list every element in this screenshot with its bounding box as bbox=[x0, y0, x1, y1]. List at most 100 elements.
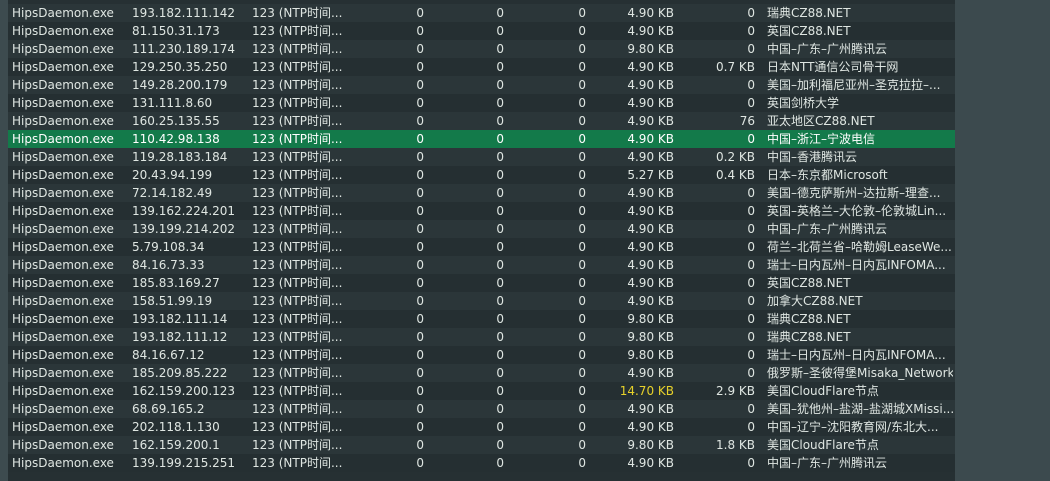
table-row[interactable]: HipsDaemon.exe 202.118.1.130 123 (NTP时间...… bbox=[8, 418, 955, 436]
count-3: 0 bbox=[578, 456, 586, 470]
process-name: HipsDaemon.exe bbox=[12, 78, 114, 92]
remote-ip: 193.182.111.14 bbox=[132, 312, 228, 326]
table-row[interactable]: HipsDaemon.exe 193.182.111.142 123 (NTP时间.… bbox=[8, 4, 955, 22]
port-protocol: 123 (NTP时间... bbox=[252, 150, 343, 164]
remote-ip: 193.182.111.12 bbox=[132, 330, 228, 344]
sent-bytes: 0 bbox=[747, 96, 755, 110]
count-1: 0 bbox=[416, 222, 424, 236]
received-bytes: 4.90 KB bbox=[627, 222, 674, 236]
process-name: HipsDaemon.exe bbox=[12, 24, 114, 38]
table-row[interactable]: HipsDaemon.exe 158.51.99.19 123 (NTP时间... 0… bbox=[8, 292, 955, 310]
count-3: 0 bbox=[578, 78, 586, 92]
received-bytes: 4.90 KB bbox=[627, 240, 674, 254]
table-row[interactable]: HipsDaemon.exe 111.230.189.174 123 (NTP时间.… bbox=[8, 40, 955, 58]
remote-ip: 5.79.108.34 bbox=[132, 240, 205, 254]
count-2: 0 bbox=[496, 384, 504, 398]
sent-bytes: 0 bbox=[747, 330, 755, 344]
location: 美国–犹他州–盐湖–盐湖城XMissi... bbox=[767, 402, 953, 416]
count-1: 0 bbox=[416, 6, 424, 20]
table-row[interactable]: HipsDaemon.exe 139.199.215.251 123 (NTP时间.… bbox=[8, 454, 955, 472]
table-row[interactable]: HipsDaemon.exe 149.28.200.179 123 (NTP时间..… bbox=[8, 76, 955, 94]
table-row[interactable]: HipsDaemon.exe 131.111.8.60 123 (NTP时间... 0… bbox=[8, 94, 955, 112]
table-row[interactable]: HipsDaemon.exe 193.182.111.14 123 (NTP时间..… bbox=[8, 310, 955, 328]
remote-ip: 131.111.8.60 bbox=[132, 96, 213, 110]
remote-ip: 185.83.169.27 bbox=[132, 276, 220, 290]
count-2: 0 bbox=[496, 438, 504, 452]
table-row[interactable]: HipsDaemon.exe 139.162.224.201 123 (NTP时间.… bbox=[8, 202, 955, 220]
received-bytes: 4.90 KB bbox=[627, 78, 674, 92]
port-protocol: 123 (NTP时间... bbox=[252, 204, 343, 218]
connection-table: HipsDaemon.exe 193.182.111.142 123 (NTP时间.… bbox=[8, 0, 955, 481]
table-row[interactable]: HipsDaemon.exe 129.250.35.250 123 (NTP时间..… bbox=[8, 58, 955, 76]
table-row[interactable]: HipsDaemon.exe 139.199.214.202 123 (NTP时间.… bbox=[8, 220, 955, 238]
port-protocol: 123 (NTP时间... bbox=[252, 258, 343, 272]
sent-bytes: 0 bbox=[747, 6, 755, 20]
received-bytes: 4.90 KB bbox=[627, 402, 674, 416]
received-bytes: 4.90 KB bbox=[627, 456, 674, 470]
table-row[interactable]: HipsDaemon.exe 185.83.169.27 123 (NTP时间...… bbox=[8, 274, 955, 292]
process-name: HipsDaemon.exe bbox=[12, 6, 114, 20]
table-row[interactable]: HipsDaemon.exe 81.150.31.173 123 (NTP时间...… bbox=[8, 22, 955, 40]
process-name: HipsDaemon.exe bbox=[12, 312, 114, 326]
count-3: 0 bbox=[578, 42, 586, 56]
sent-bytes: 0 bbox=[747, 24, 755, 38]
count-1: 0 bbox=[416, 420, 424, 434]
table-row-selected[interactable]: HipsDaemon.exe 110.42.98.138 123 (NTP时间...… bbox=[8, 130, 955, 148]
received-bytes: 9.80 KB bbox=[627, 438, 674, 452]
sent-bytes: 0 bbox=[747, 132, 755, 146]
sent-bytes: 0 bbox=[747, 348, 755, 362]
process-name: HipsDaemon.exe bbox=[12, 294, 114, 308]
table-row[interactable]: HipsDaemon.exe 119.28.183.184 123 (NTP时间..… bbox=[8, 148, 955, 166]
table-row[interactable]: HipsDaemon.exe 162.159.200.123 123 (NTP时间.… bbox=[8, 382, 955, 400]
process-name: HipsDaemon.exe bbox=[12, 114, 114, 128]
count-1: 0 bbox=[416, 258, 424, 272]
location: 美国–加利福尼亚州–圣克拉拉–... bbox=[767, 78, 941, 92]
location: 美国CloudFlare节点 bbox=[767, 438, 879, 452]
sent-bytes: 0.7 KB bbox=[716, 60, 755, 74]
port-protocol: 123 (NTP时间... bbox=[252, 42, 343, 56]
sent-bytes: 0 bbox=[747, 402, 755, 416]
table-row[interactable]: HipsDaemon.exe 193.182.111.12 123 (NTP时间..… bbox=[8, 328, 955, 346]
sent-bytes: 0 bbox=[747, 366, 755, 380]
table-row[interactable]: HipsDaemon.exe 72.14.182.49 123 (NTP时间... 0… bbox=[8, 184, 955, 202]
received-bytes: 5.27 KB bbox=[627, 168, 674, 182]
count-2: 0 bbox=[496, 330, 504, 344]
received-bytes: 4.90 KB bbox=[627, 132, 674, 146]
received-bytes: 4.90 KB bbox=[627, 204, 674, 218]
location: 瑞士–日内瓦州–日内瓦INFOMA... bbox=[767, 258, 946, 272]
count-1: 0 bbox=[416, 204, 424, 218]
remote-ip: 162.159.200.123 bbox=[132, 384, 236, 398]
count-1: 0 bbox=[416, 42, 424, 56]
table-row[interactable]: HipsDaemon.exe 185.209.85.222 123 (NTP时间..… bbox=[8, 364, 955, 382]
location: 瑞典CZ88.NET bbox=[767, 330, 851, 344]
received-bytes: 4.90 KB bbox=[627, 258, 674, 272]
sent-bytes: 0 bbox=[747, 204, 755, 218]
table-row[interactable]: HipsDaemon.exe 68.69.165.2 123 (NTP时间... 0 0… bbox=[8, 400, 955, 418]
remote-ip: 185.209.85.222 bbox=[132, 366, 228, 380]
table-row[interactable]: HipsDaemon.exe 84.16.67.12 123 (NTP时间... 0 0… bbox=[8, 346, 955, 364]
remote-ip: 129.250.35.250 bbox=[132, 60, 228, 74]
table-row[interactable]: HipsDaemon.exe 84.16.73.33 123 (NTP时间... 0 0… bbox=[8, 256, 955, 274]
count-2: 0 bbox=[496, 60, 504, 74]
received-bytes: 9.80 KB bbox=[627, 330, 674, 344]
count-1: 0 bbox=[416, 402, 424, 416]
process-name: HipsDaemon.exe bbox=[12, 186, 114, 200]
count-1: 0 bbox=[416, 60, 424, 74]
table-row[interactable]: HipsDaemon.exe 5.79.108.34 123 (NTP时间... 0 0… bbox=[8, 238, 955, 256]
table-row[interactable]: HipsDaemon.exe 20.43.94.199 123 (NTP时间... 0… bbox=[8, 166, 955, 184]
count-3: 0 bbox=[578, 348, 586, 362]
count-2: 0 bbox=[496, 24, 504, 38]
count-1: 0 bbox=[416, 348, 424, 362]
count-3: 0 bbox=[578, 276, 586, 290]
received-bytes: 9.80 KB bbox=[627, 348, 674, 362]
sent-bytes: 0 bbox=[747, 240, 755, 254]
table-row[interactable]: HipsDaemon.exe 162.159.200.1 123 (NTP时间...… bbox=[8, 436, 955, 454]
port-protocol: 123 (NTP时间... bbox=[252, 456, 343, 470]
process-name: HipsDaemon.exe bbox=[12, 384, 114, 398]
count-1: 0 bbox=[416, 294, 424, 308]
table-row[interactable]: HipsDaemon.exe 160.25.135.55 123 (NTP时间...… bbox=[8, 112, 955, 130]
count-2: 0 bbox=[496, 186, 504, 200]
count-1: 0 bbox=[416, 150, 424, 164]
remote-ip: 158.51.99.19 bbox=[132, 294, 213, 308]
location: 瑞典CZ88.NET bbox=[767, 312, 851, 326]
